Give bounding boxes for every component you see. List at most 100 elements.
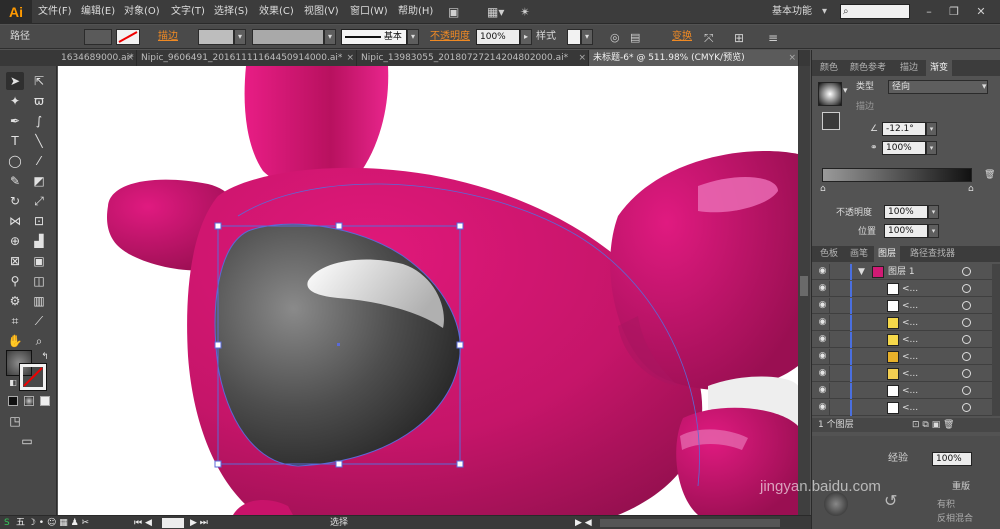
layer-row[interactable]: ◉ <... [812, 332, 992, 348]
vertical-scrollbar[interactable] [798, 66, 810, 515]
stroke-color-swatch[interactable] [19, 363, 47, 391]
workspace-switcher[interactable]: 基本功能 [772, 4, 812, 20]
drawing-mode-icon[interactable]: ◳ [6, 412, 24, 430]
layer-name[interactable]: <... [902, 316, 918, 330]
direct-selection-tool-icon[interactable]: ⇱ [30, 72, 48, 90]
layer-name[interactable]: <... [902, 299, 918, 313]
location-dropdown[interactable]: ▾ [928, 224, 939, 238]
opacity-dropdown[interactable]: ▸ [520, 29, 532, 45]
bbox-handle[interactable] [214, 460, 222, 468]
eye-icon[interactable]: ◉ [816, 298, 830, 313]
menu-help[interactable]: 帮助(H) [398, 4, 433, 20]
gradient-location-field[interactable]: 100% [884, 224, 928, 238]
artboard-nav-next-icon[interactable]: ▶ ⏭ [190, 516, 208, 529]
aspect-dropdown[interactable]: ▾ [926, 141, 937, 155]
eye-icon[interactable]: ◉ [816, 315, 830, 330]
aspect-ratio-field[interactable]: 100% [882, 141, 926, 155]
tab-gradient[interactable]: 渐变 [926, 60, 953, 76]
selection-tool-icon[interactable]: ➤ [6, 72, 24, 90]
bbox-handle[interactable] [456, 341, 464, 349]
close-icon[interactable]: × [788, 50, 796, 66]
gradient-preview[interactable] [818, 82, 842, 106]
opacity-label[interactable]: 不透明度 [430, 30, 470, 44]
panel-menu-icon[interactable]: ≡ [768, 29, 778, 47]
menu-type[interactable]: 文字(T) [171, 4, 205, 20]
none-mode-icon[interactable] [40, 396, 50, 406]
scroll-thumb[interactable] [800, 276, 808, 296]
gradient-mode-icon[interactable] [24, 396, 34, 406]
status-mode[interactable]: 选择 [330, 516, 348, 529]
angle-field[interactable]: -12.1° [882, 122, 926, 136]
gradient-stop-right[interactable]: ⌂ [968, 182, 974, 196]
eyedropper-icon[interactable]: ⚲ [6, 272, 24, 290]
blend-tool-icon[interactable]: ◫ [30, 272, 48, 290]
color-mode-icon[interactable] [8, 396, 18, 406]
bbox-handle[interactable] [335, 460, 343, 468]
brush-dropdown[interactable]: ▾ [407, 29, 419, 45]
layers-actions-icon[interactable]: ⊡ ⧉ ▣ 🗑 [912, 418, 954, 432]
graphic-style-swatch[interactable] [567, 29, 581, 45]
opacity-dropdown[interactable]: ▾ [928, 205, 939, 219]
line-tool-icon[interactable]: ╲ [30, 132, 48, 150]
tab-brushes[interactable]: 画笔 [846, 246, 872, 262]
chevron-down-icon[interactable]: ▾ [843, 84, 848, 98]
paintbrush-icon[interactable]: ⁄ [30, 152, 48, 170]
stroke-swatch[interactable] [116, 29, 140, 45]
tab-document-active[interactable]: 未标题-6* @ 511.98% (CMYK/预览) × [589, 50, 799, 66]
layer-row[interactable]: ◉ <... [812, 383, 992, 399]
target-icon[interactable] [962, 267, 971, 276]
menu-effect[interactable]: 效果(C) [259, 4, 294, 20]
perspective-grid-icon[interactable]: ▟ [30, 232, 48, 250]
artboard-canvas[interactable] [58, 66, 798, 515]
gradient-opacity-field[interactable]: 100% [884, 205, 928, 219]
eraser-icon[interactable]: ◩ [30, 172, 48, 190]
menu-window[interactable]: 窗口(W) [350, 4, 388, 20]
tab-color-guide[interactable]: 颜色参考 [846, 60, 890, 76]
tab-document-1[interactable]: 1634689000.ai* × [57, 50, 137, 66]
close-icon[interactable]: × [126, 50, 134, 66]
layer-row[interactable]: ◉ <... [812, 366, 992, 382]
arrange-documents-icon[interactable]: ▦▾ [487, 3, 504, 21]
menu-object[interactable]: 对象(O) [124, 4, 160, 20]
tab-document-2[interactable]: Nipic_9606491_20161111164450914000.ai* × [137, 50, 357, 66]
variable-width-profile[interactable] [252, 29, 324, 45]
target-icon[interactable] [962, 369, 971, 378]
menu-view[interactable]: 视图(V) [304, 4, 339, 20]
layer-name[interactable]: <... [902, 350, 918, 364]
close-icon[interactable]: × [346, 50, 354, 66]
width-tool-icon[interactable]: ⋈ [6, 212, 24, 230]
restore-icon[interactable]: ❐ [945, 4, 963, 19]
chevron-down-icon[interactable]: ▾ [982, 80, 987, 94]
layer-name[interactable]: <... [902, 367, 918, 381]
rotate-tool-icon[interactable]: ↻ [6, 192, 24, 210]
pencil-icon[interactable]: ✎ [6, 172, 24, 190]
eye-icon[interactable]: ◉ [816, 366, 830, 381]
tab-document-3[interactable]: Nipic_13983055_20180727214204802000.ai* × [357, 50, 589, 66]
artboard-tool-icon[interactable]: ⌗ [6, 312, 24, 330]
layer-row[interactable]: ◉ <... [812, 400, 992, 416]
tab-swatches[interactable]: 色板 [816, 246, 842, 262]
screen-mode-icon[interactable]: ▭ [18, 432, 36, 450]
opacity-field[interactable]: 100% [476, 29, 520, 45]
target-icon[interactable] [962, 284, 971, 293]
layer-row[interactable]: ◉ <... [812, 315, 992, 331]
layer-row[interactable]: ◉ <... [812, 349, 992, 365]
target-icon[interactable] [962, 301, 971, 310]
column-graph-icon[interactable]: ▥ [30, 292, 48, 310]
tab-layers[interactable]: 图层 [874, 246, 901, 262]
layer-row[interactable]: ◉ <... [812, 281, 992, 297]
ellipse-tool-icon[interactable]: ◯ [6, 152, 24, 170]
delete-stop-icon[interactable]: 🗑 [984, 168, 995, 182]
target-icon[interactable] [962, 403, 971, 412]
gpu-performance-icon[interactable]: ✴ [520, 3, 530, 21]
bbox-handle[interactable] [335, 222, 343, 230]
eye-icon[interactable]: ◉ [816, 400, 830, 415]
search-input[interactable]: ⌕ [840, 4, 910, 19]
select-similar-icon[interactable]: ⊞ [734, 29, 744, 47]
menu-file[interactable]: 文件(F) [38, 4, 72, 20]
target-icon[interactable] [962, 352, 971, 361]
minimize-icon[interactable]: – [920, 4, 938, 19]
bridge-icon[interactable]: ▣ [448, 3, 459, 21]
brush-definition[interactable]: 基本 [341, 29, 407, 45]
gradient-stop-left[interactable]: ⌂ [820, 182, 826, 196]
